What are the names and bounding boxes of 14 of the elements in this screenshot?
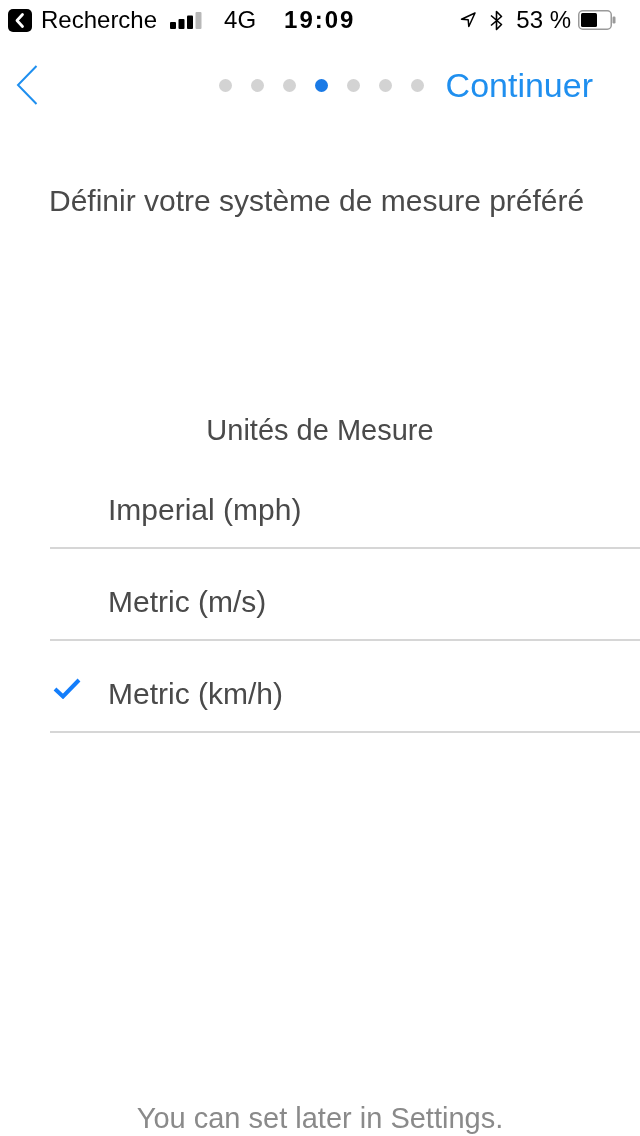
battery-percent: 53 % <box>516 6 571 34</box>
back-chevron-icon <box>16 65 38 105</box>
section-heading: Unités de Mesure <box>206 413 434 448</box>
status-time: 19:09 <box>284 6 356 34</box>
network-label: 4G <box>224 6 257 34</box>
chevron-badge-icon <box>8 8 32 32</box>
back-button[interactable] <box>16 65 38 105</box>
back-to-app-button[interactable]: Recherche <box>8 6 158 34</box>
location-arrow-icon <box>460 12 477 28</box>
settings-hint: You can set later in Settings. <box>136 1101 504 1135</box>
signal-icon <box>170 11 203 29</box>
battery-icon <box>578 10 616 30</box>
page-title: Définir votre système de mesure préféré <box>49 183 585 219</box>
bluetooth-icon <box>490 9 504 31</box>
